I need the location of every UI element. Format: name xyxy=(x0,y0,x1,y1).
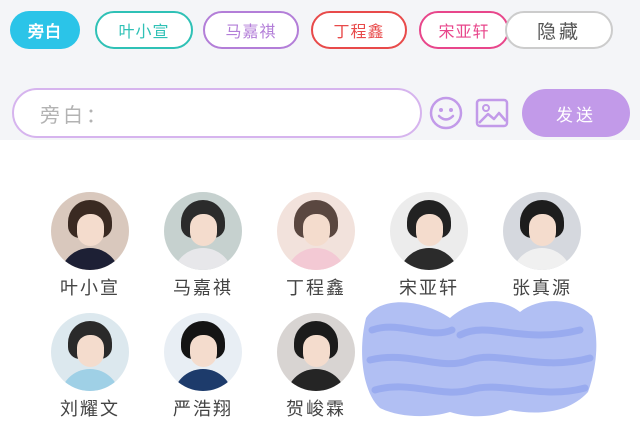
character-name: 丁程鑫 xyxy=(286,278,346,299)
character-zhang-zhenyuan[interactable]: 张真源 xyxy=(492,192,592,302)
tab-ma-jiaqi[interactable]: 马嘉祺 xyxy=(203,11,299,49)
avatar xyxy=(164,192,242,270)
character-name: 刘耀文 xyxy=(60,399,120,420)
character-name: 叶小宣 xyxy=(60,278,120,299)
character-ma-jiaqi[interactable]: 马嘉祺 xyxy=(153,192,253,302)
top-bar: 旁白 叶小宣 马嘉祺 丁程鑫 宋亚轩 隐藏 旁白： 发送 xyxy=(0,0,640,140)
avatar xyxy=(51,192,129,270)
character-name: 严浩翔 xyxy=(173,399,233,420)
avatar xyxy=(164,313,242,391)
tab-song-yaxuan[interactable]: 宋亚轩 xyxy=(419,11,509,49)
send-button[interactable]: 发送 xyxy=(522,89,630,137)
smile-icon[interactable] xyxy=(428,95,464,131)
character-name: 马嘉祺 xyxy=(173,278,233,299)
hide-button[interactable]: 隐藏 xyxy=(505,11,613,49)
character-name: 宋亚轩 xyxy=(399,278,459,299)
avatar xyxy=(51,313,129,391)
character-name: 贺峻霖 xyxy=(286,399,346,420)
character-he-junlin[interactable]: 贺峻霖 xyxy=(266,313,366,423)
tab-ye-xiaoxuan[interactable]: 叶小宣 xyxy=(95,11,193,49)
avatar xyxy=(277,313,355,391)
character-grid: 叶小宣 马嘉祺 丁程鑫 宋亚轩 张真源 刘耀文 严浩翔 贺峻霖 xyxy=(0,140,640,420)
character-yan-haoxiang[interactable]: 严浩翔 xyxy=(153,313,253,423)
tab-ding-chengxin[interactable]: 丁程鑫 xyxy=(311,11,407,49)
image-icon[interactable] xyxy=(474,95,510,131)
character-liu-yaowen[interactable]: 刘耀文 xyxy=(40,313,140,423)
avatar xyxy=(503,192,581,270)
character-ye-xiaoxuan[interactable]: 叶小宣 xyxy=(40,192,140,302)
character-ding-chengxin[interactable]: 丁程鑫 xyxy=(266,192,366,302)
character-name: 张真源 xyxy=(512,278,572,299)
character-song-yaxuan[interactable]: 宋亚轩 xyxy=(379,192,479,302)
tab-narration[interactable]: 旁白 xyxy=(10,11,80,49)
message-input[interactable]: 旁白： xyxy=(12,88,422,138)
avatar xyxy=(277,192,355,270)
avatar xyxy=(390,192,468,270)
